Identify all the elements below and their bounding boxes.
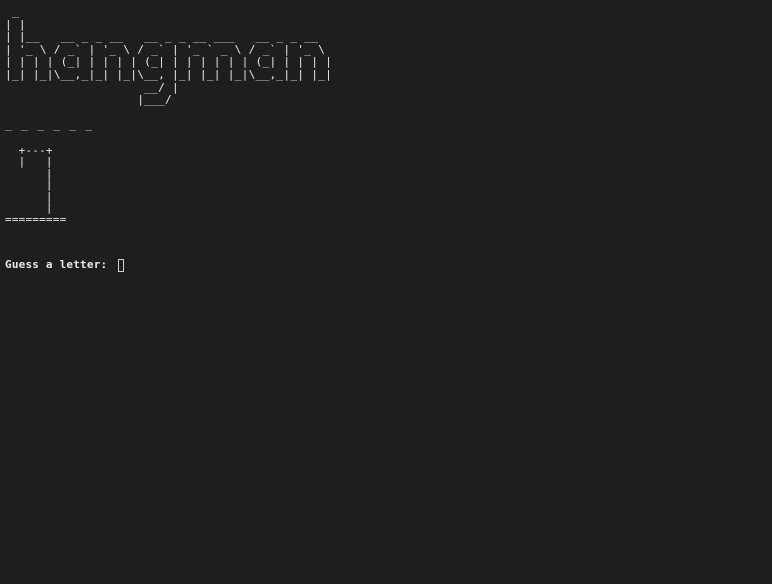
spacer-line: [5, 132, 772, 145]
terminal-window[interactable]: _ | | | |__ __ _ _ __ __ _ _ __ ___ __ _…: [0, 0, 772, 584]
text-cursor[interactable]: [118, 259, 125, 273]
word-blanks: _ _ _ _ _ _: [5, 118, 94, 132]
gallows-ascii-art: +---+ | | | | | | =========: [5, 143, 67, 226]
hangman-ascii-banner: _ | | | |__ __ _ _ __ __ _ _ __ ___ __ _…: [5, 5, 333, 107]
guess-prompt-label: Guess a letter:: [5, 258, 115, 272]
spacer-line: [5, 107, 772, 120]
guess-prompt-row[interactable]: Guess a letter:: [5, 258, 772, 273]
